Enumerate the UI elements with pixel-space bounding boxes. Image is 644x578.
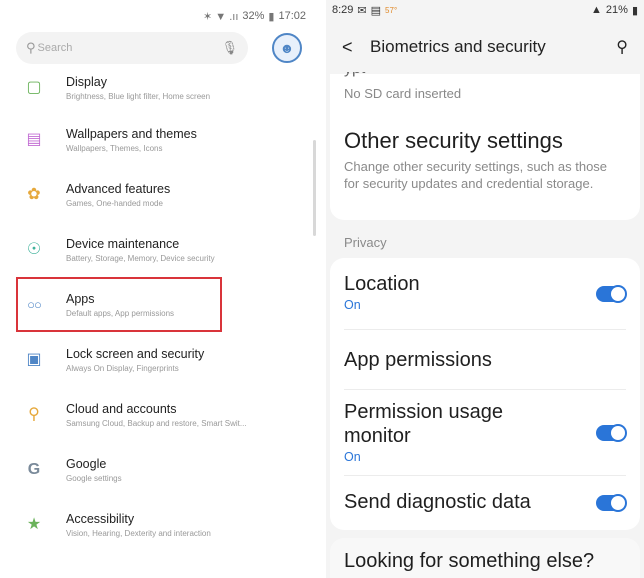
item-title: Lock screen and security xyxy=(66,346,205,361)
lock-icon: ▣ xyxy=(26,350,42,368)
search-icon[interactable]: ⚲ xyxy=(616,37,628,57)
page-title: Biometrics and security xyxy=(370,37,546,56)
settings-item-apps[interactable]: ○○ Apps Default apps, App permissions xyxy=(16,277,222,332)
scrollbar[interactable] xyxy=(313,140,316,236)
key-icon: ⚲ xyxy=(28,405,40,423)
settings-item-google[interactable]: G Google Google settings xyxy=(0,442,318,497)
battery-percent: 21% xyxy=(605,4,628,16)
scrolled-text-fragment: ypt xyxy=(344,72,624,80)
device-maintenance-icon: ☉ xyxy=(26,240,42,258)
settings-item-advanced-features[interactable]: ✿ Advanced features Games, One-handed mo… xyxy=(0,167,318,222)
status-bar: ✶ ▼ .ıı 32% ▮ 17:02 xyxy=(203,8,306,24)
item-title: Cloud and accounts xyxy=(66,401,177,416)
item-title: Accessibility xyxy=(66,511,135,526)
diagnostic-data-toggle[interactable] xyxy=(596,495,626,511)
app-permissions-row[interactable]: App permissions xyxy=(344,330,626,390)
status-icons: ✶ ▼ .ıı xyxy=(202,10,239,23)
item-title: Device maintenance xyxy=(66,236,180,251)
looking-for-something-card: Looking for something else? xyxy=(330,538,640,578)
settings-item-lock-screen[interactable]: ▣ Lock screen and security Always On Dis… xyxy=(0,332,318,387)
location-label: Location xyxy=(344,273,420,295)
item-subtitle: Games, One-handed mode xyxy=(66,198,163,208)
permission-monitor-row[interactable]: Permission usage monitor On xyxy=(344,390,626,476)
google-icon: G xyxy=(27,460,41,478)
accessibility-icon: ★ xyxy=(26,515,42,533)
permission-monitor-status: On xyxy=(344,450,361,464)
item-title: Apps xyxy=(66,291,95,306)
item-subtitle: Samsung Cloud, Backup and restore, Smart… xyxy=(66,418,247,428)
person-icon: ☻ xyxy=(279,40,295,56)
battery-icon: ▮ xyxy=(268,10,275,23)
search-icon: ⚲ xyxy=(26,40,36,55)
settings-screen: ✶ ▼ .ıı 32% ▮ 17:02 ⚲ Search 🎙 ☻ ▢ Displ… xyxy=(0,0,318,578)
location-toggle[interactable] xyxy=(596,285,626,302)
microphone-icon[interactable]: 🎙 xyxy=(221,40,238,56)
diagnostic-data-row[interactable]: Send diagnostic data xyxy=(344,476,626,530)
looking-for-something-title: Looking for something else? xyxy=(344,550,595,572)
advanced-features-icon: ✿ xyxy=(27,185,41,203)
item-subtitle: Vision, Hearing, Dexterity and interacti… xyxy=(66,528,211,538)
item-title: Advanced features xyxy=(66,181,171,196)
search-bar[interactable]: ⚲ Search 🎙 xyxy=(16,32,248,64)
temperature: 57° xyxy=(385,5,398,15)
location-row[interactable]: Location On xyxy=(344,258,626,330)
status-time: 8:29 xyxy=(332,4,354,16)
notification-icon: ✉ xyxy=(357,4,367,17)
biometrics-security-screen: 8:29 ✉ ▤ 57° ▲ 21% ▮ < Biometrics and se… xyxy=(326,0,644,578)
account-avatar[interactable]: ☻ xyxy=(272,33,302,63)
wallpaper-icon: ▤ xyxy=(26,130,42,148)
item-subtitle: Wallpapers, Themes, Icons xyxy=(66,143,163,153)
settings-item-device-maintenance[interactable]: ☉ Device maintenance Battery, Storage, M… xyxy=(0,222,318,277)
item-title: Google xyxy=(66,456,107,471)
battery-percent: 32% xyxy=(242,10,265,22)
battery-icon: ▮ xyxy=(631,4,638,17)
gallery-icon: ▤ xyxy=(370,4,382,17)
status-time: 17:02 xyxy=(278,10,306,22)
permission-monitor-label: Permission usage monitor xyxy=(344,401,503,447)
settings-item-display[interactable]: ▢ Display Brightness, Blue light filter,… xyxy=(0,64,318,112)
apps-icon: ○○ xyxy=(27,297,42,312)
item-subtitle: Always On Display, Fingerprints xyxy=(66,363,179,373)
other-security-settings-desc: Change other security settings, such as … xyxy=(344,159,608,191)
item-subtitle: Battery, Storage, Memory, Device securit… xyxy=(66,253,215,263)
app-permissions-label: App permissions xyxy=(344,349,492,371)
item-subtitle: Brightness, Blue light filter, Home scre… xyxy=(66,92,211,101)
settings-item-cloud-accounts[interactable]: ⚲ Cloud and accounts Samsung Cloud, Back… xyxy=(0,387,318,442)
settings-item-accessibility[interactable]: ★ Accessibility Vision, Hearing, Dexteri… xyxy=(0,497,318,552)
item-subtitle: Google settings xyxy=(66,473,122,483)
privacy-card: Location On App permissions Permission u… xyxy=(330,258,640,530)
item-title: Display xyxy=(66,75,107,89)
app-bar: < Biometrics and security ⚲ xyxy=(326,20,644,74)
privacy-header: Privacy xyxy=(344,235,387,250)
sd-card-status: No SD card inserted xyxy=(344,86,462,101)
settings-item-wallpapers[interactable]: ▤ Wallpapers and themes Wallpapers, Them… xyxy=(0,112,318,167)
diagnostic-data-label: Send diagnostic data xyxy=(344,491,531,513)
settings-list: ▢ Display Brightness, Blue light filter,… xyxy=(0,64,318,552)
signal-icon: ▲ xyxy=(591,4,602,16)
other-security-settings-title[interactable]: Other security settings xyxy=(344,128,563,154)
back-arrow-icon[interactable]: < xyxy=(342,37,370,58)
item-subtitle: Default apps, App permissions xyxy=(66,308,175,318)
location-status: On xyxy=(344,298,361,312)
permission-monitor-toggle[interactable] xyxy=(596,424,626,441)
search-placeholder: Search xyxy=(37,42,73,54)
status-bar: 8:29 ✉ ▤ 57° ▲ 21% ▮ xyxy=(326,0,644,20)
display-icon: ▢ xyxy=(26,79,42,96)
item-title: Wallpapers and themes xyxy=(66,126,197,141)
security-card: ypt No SD card inserted Other security s… xyxy=(330,72,640,220)
